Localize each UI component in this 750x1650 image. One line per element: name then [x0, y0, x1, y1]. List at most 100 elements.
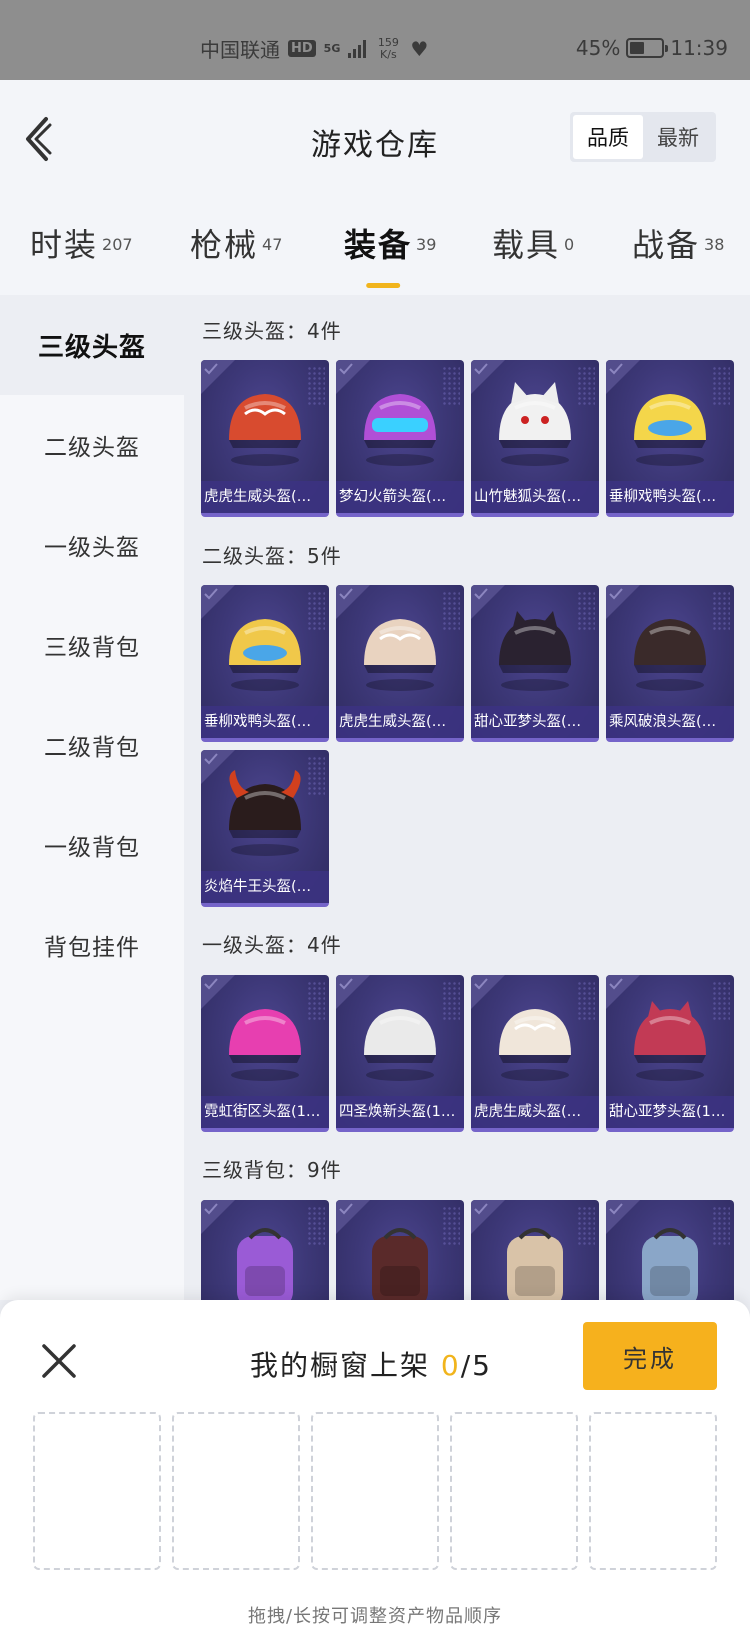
- tab-count: 207: [102, 234, 133, 254]
- checkmark-icon: [204, 588, 218, 600]
- section-title: 三级头盔：4件: [202, 319, 342, 343]
- tab-count: 0: [564, 234, 575, 254]
- tab-label: 载具: [492, 226, 561, 264]
- checkmark-icon: [339, 363, 353, 375]
- tiger-helmet-icon: [499, 1009, 571, 1081]
- item-name: 山竹魅狐头盔(…: [471, 481, 599, 513]
- sort-option-quality[interactable]: 品质: [573, 115, 643, 159]
- tab-fashion[interactable]: 时装 207: [30, 220, 133, 266]
- item-image: [620, 1218, 720, 1300]
- showcase-panel: 我的橱窗上架 0/5 完成 拖拽/长按可调整资产物品顺序: [0, 1300, 750, 1650]
- status-bar-center: 中国联通 HD 5G 159 K/s ♥: [200, 34, 428, 63]
- item-image: [620, 603, 720, 698]
- item-card[interactable]: 垂柳戏鸭头盔(…: [606, 360, 734, 517]
- heart-rate-icon: ♥: [410, 36, 429, 61]
- checkmark-icon: [339, 588, 353, 600]
- item-name: 虎虎生威头盔(…: [201, 481, 329, 513]
- tab-vehicles[interactable]: 载具 0: [492, 220, 574, 266]
- status-bar: 中国联通 HD 5G 159 K/s ♥ 45% 11:39: [0, 0, 750, 80]
- sidebar-item-level1-helmet[interactable]: 一级头盔: [0, 495, 184, 595]
- demon-backpack-icon: [372, 1228, 428, 1300]
- tab-supplies[interactable]: 战备 38: [632, 220, 724, 266]
- item-name: 甜心亚梦头盔(…: [471, 706, 599, 738]
- item-card[interactable]: 山竹魅狐头盔(…: [471, 360, 599, 517]
- checkmark-icon: [204, 1203, 218, 1215]
- item-image: [350, 603, 450, 698]
- item-card[interactable]: 梦幻火箭头盔(…: [336, 360, 464, 517]
- close-icon[interactable]: [38, 1340, 80, 1382]
- sidebar: 三级头盔 二级头盔 一级头盔 三级背包 二级背包 一级背包 背包挂件: [0, 295, 184, 1300]
- hd-icon: HD: [288, 40, 316, 57]
- item-name: 炎焰牛王头盔(…: [201, 871, 329, 903]
- checkmark-icon: [609, 1203, 623, 1215]
- white-helmet-icon: [364, 1009, 436, 1081]
- battery-icon: [626, 38, 669, 58]
- item-card[interactable]: 甜心亚梦头盔(…: [471, 585, 599, 742]
- status-bar-right: 45% 11:39: [576, 36, 728, 60]
- item-card[interactable]: [606, 1200, 734, 1300]
- showcase-slot[interactable]: [450, 1412, 578, 1570]
- sidebar-item-level2-backpack[interactable]: 二级背包: [0, 695, 184, 795]
- tab-label: 枪械: [190, 226, 259, 264]
- duck-helmet-icon: [229, 619, 301, 691]
- item-card[interactable]: 虎虎生威头盔(…: [201, 360, 329, 517]
- item-card[interactable]: 垂柳戏鸭头盔(…: [201, 585, 329, 742]
- item-card[interactable]: 四圣焕新头盔(1…: [336, 975, 464, 1132]
- section-title: 一级头盔：4件: [202, 933, 342, 957]
- tab-equipment[interactable]: 装备 39: [344, 220, 437, 288]
- item-image: [485, 993, 585, 1088]
- showcase-title: 我的橱窗上架 0/5: [250, 1344, 492, 1384]
- item-image: [485, 603, 585, 698]
- tab-count: 47: [262, 234, 283, 254]
- done-button[interactable]: 完成: [583, 1322, 717, 1390]
- checkmark-icon: [609, 363, 623, 375]
- neon-helmet-icon: [229, 1009, 301, 1081]
- item-card[interactable]: 甜心亚梦头盔(1…: [606, 975, 734, 1132]
- showcase-slot[interactable]: [172, 1412, 300, 1570]
- item-image: [350, 378, 450, 473]
- showcase-slot[interactable]: [311, 1412, 439, 1570]
- checkmark-icon: [609, 978, 623, 990]
- sidebar-item-level3-helmet[interactable]: 三级头盔: [0, 295, 184, 395]
- item-image: [215, 378, 315, 473]
- sort-toggle: 品质 最新: [570, 112, 716, 162]
- category-tabs: 时装 207 枪械 47 装备 39 载具 0 战备 38: [0, 220, 750, 290]
- tiger-helmet-icon: [364, 619, 436, 691]
- sidebar-item-level3-backpack[interactable]: 三级背包: [0, 595, 184, 695]
- showcase-slot[interactable]: [589, 1412, 717, 1570]
- showcase-slot[interactable]: [33, 1412, 161, 1570]
- checkmark-icon: [474, 978, 488, 990]
- item-card[interactable]: 乘风破浪头盔(…: [606, 585, 734, 742]
- item-card[interactable]: 霓虹街区头盔(1…: [201, 975, 329, 1132]
- item-image: [215, 1218, 315, 1300]
- item-card[interactable]: 虎虎生威头盔(…: [471, 975, 599, 1132]
- section-title: 二级头盔：5件: [202, 544, 342, 568]
- item-card[interactable]: 炎焰牛王头盔(…: [201, 750, 329, 907]
- active-tab-indicator: [366, 283, 401, 288]
- striped-backpack-icon: [507, 1228, 563, 1300]
- rocket-helmet-icon: [364, 394, 436, 466]
- item-name: 四圣焕新头盔(1…: [336, 1096, 464, 1128]
- item-card[interactable]: [336, 1200, 464, 1300]
- tab-count: 39: [416, 234, 437, 254]
- checkmark-icon: [339, 1203, 353, 1215]
- item-image: [215, 993, 315, 1088]
- checkmark-icon: [474, 1203, 488, 1215]
- showcase-title-text: 我的橱窗上架: [250, 1349, 431, 1382]
- tab-label: 时装: [30, 226, 99, 264]
- item-card[interactable]: [201, 1200, 329, 1300]
- item-name: 霓虹街区头盔(1…: [201, 1096, 329, 1128]
- sidebar-item-level1-backpack[interactable]: 一级背包: [0, 795, 184, 895]
- sort-option-latest[interactable]: 最新: [643, 115, 713, 159]
- item-card[interactable]: [471, 1200, 599, 1300]
- sidebar-item-level2-helmet[interactable]: 二级头盔: [0, 395, 184, 495]
- battery-percent: 45%: [575, 36, 621, 60]
- network-speed: 159 K/s: [377, 35, 399, 61]
- monster-backpack-icon: [237, 1228, 293, 1300]
- network-type: 5G: [323, 42, 341, 55]
- item-name: 垂柳戏鸭头盔(…: [606, 481, 734, 513]
- sidebar-item-backpack-charm[interactable]: 背包挂件: [0, 895, 184, 995]
- item-card[interactable]: 虎虎生威头盔(…: [336, 585, 464, 742]
- tab-firearms[interactable]: 枪械 47: [190, 220, 282, 266]
- checkmark-icon: [474, 588, 488, 600]
